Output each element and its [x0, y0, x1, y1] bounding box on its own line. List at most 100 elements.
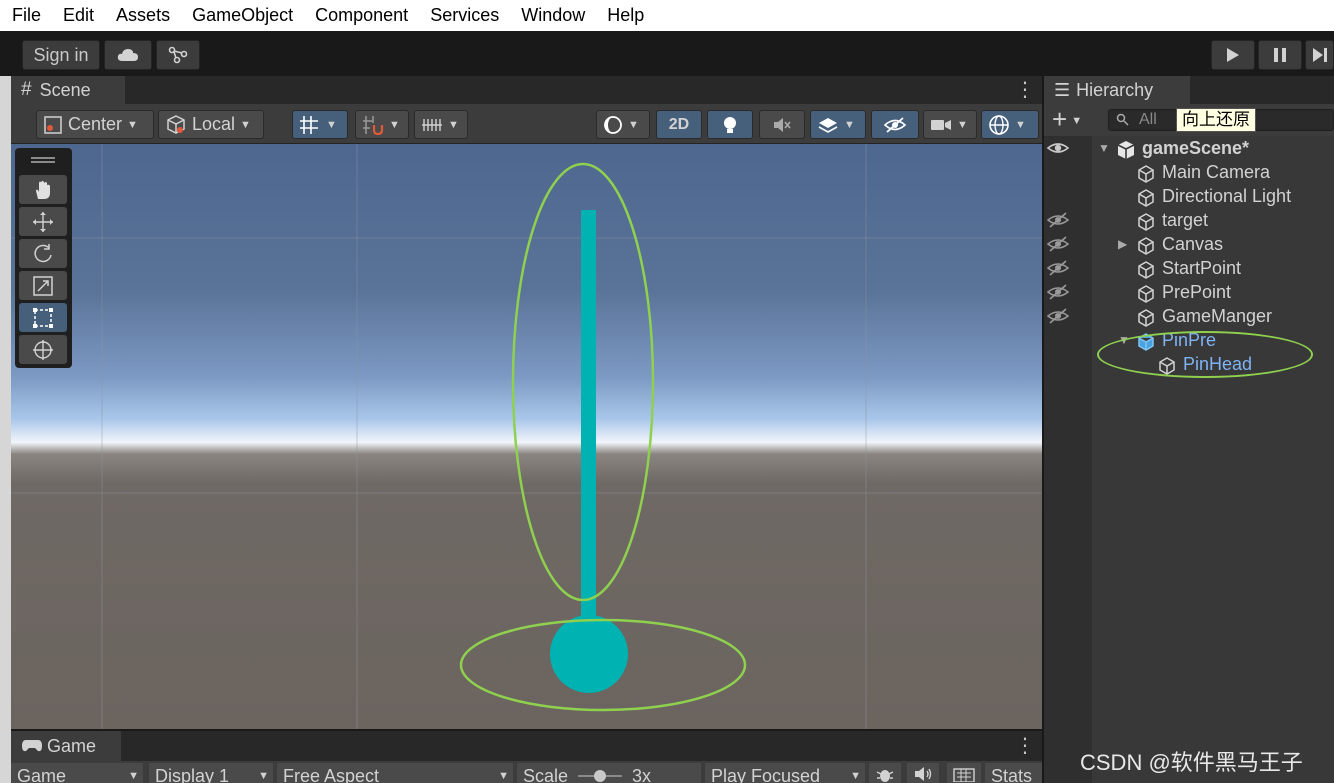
scene-menu-icon[interactable]: ⋮ — [1015, 80, 1035, 100]
shortcuts-button[interactable] — [947, 763, 981, 783]
sign-in-button[interactable]: Sign in — [22, 40, 100, 70]
menu-window[interactable]: Window — [521, 0, 585, 31]
debug-button[interactable] — [869, 763, 901, 783]
pin-body[interactable] — [581, 210, 596, 620]
menu-gameobject[interactable]: GameObject — [192, 0, 293, 31]
play-mode-dropdown[interactable]: Play Focused ▼ — [705, 763, 865, 783]
transform-tool-button[interactable] — [19, 335, 67, 364]
expand-arrow-icon[interactable]: ▼ — [1098, 136, 1110, 160]
hidden-eye-icon[interactable] — [1046, 307, 1070, 330]
grid-visibility-button[interactable]: ▼ — [292, 110, 348, 139]
hierarchy-item-label: PrePoint — [1162, 282, 1232, 302]
hidden-eye-icon[interactable] — [1046, 259, 1070, 282]
pause-button[interactable] — [1258, 40, 1302, 70]
game-tab-label: Game — [47, 735, 97, 756]
display-dropdown[interactable]: Display 1 ▼ — [149, 763, 273, 783]
pivot-mode-dropdown[interactable]: Center ▼ — [36, 110, 154, 139]
rotate-tool-button[interactable] — [19, 239, 67, 268]
ruler-icon — [422, 118, 442, 131]
hierarchy-row[interactable]: Directional Light — [1044, 184, 1334, 208]
tab-game[interactable]: Game — [11, 731, 121, 761]
hidden-eye-icon[interactable] — [1046, 235, 1070, 258]
hierarchy-row[interactable]: GameManger — [1044, 304, 1334, 328]
rect-tool-icon — [33, 307, 53, 328]
chevron-down-icon: ▼ — [258, 770, 269, 782]
collapsed-arrow-icon[interactable]: ▶ — [1118, 232, 1127, 256]
plus-icon: + — [1052, 104, 1068, 134]
pivot-rotation-dropdown[interactable]: Local ▼ — [158, 110, 264, 139]
menu-help[interactable]: Help — [607, 0, 644, 31]
left-window-strip — [0, 76, 11, 783]
scene-tab-label: Scene — [39, 79, 91, 100]
mute-audio-button[interactable] — [907, 763, 939, 783]
snap-settings-button[interactable]: ▼ — [355, 110, 409, 139]
rect-tool-button[interactable] — [19, 303, 67, 332]
hierarchy-row[interactable]: PrePoint — [1044, 280, 1334, 304]
hierarchy-scene-row[interactable]: ▼ gameScene* — [1044, 136, 1334, 160]
mode-2d-button[interactable]: 2D — [656, 110, 702, 139]
hidden-eye-icon[interactable] — [1046, 283, 1070, 306]
menu-assets[interactable]: Assets — [116, 0, 170, 31]
create-button[interactable]: + ▼ — [1052, 106, 1082, 134]
chevron-down-icon: ▼ — [127, 118, 138, 131]
tools-grip-handle[interactable] — [31, 157, 55, 159]
increment-snap-button[interactable]: ▼ — [414, 110, 468, 139]
lighting-toggle-button[interactable] — [707, 110, 753, 139]
aspect-dropdown[interactable]: Free Aspect ▼ — [277, 763, 513, 783]
hierarchy-item-label: target — [1162, 210, 1209, 230]
collab-button[interactable] — [156, 40, 200, 70]
chevron-down-icon: ▼ — [844, 118, 855, 131]
eye-icon[interactable] — [1046, 139, 1070, 157]
hierarchy-row[interactable]: StartPoint — [1044, 256, 1334, 280]
tab-scene[interactable]: # Scene — [11, 76, 125, 104]
gizmos-dropdown[interactable]: ▼ — [981, 110, 1039, 139]
scene-toolbar: Center ▼ Local ▼ ▼ ▼ ▼ ▼ 2D ▼ ▼ ▼ — [11, 104, 1042, 144]
keyboard-icon — [953, 768, 975, 782]
camera-settings-dropdown[interactable]: ▼ — [923, 110, 977, 139]
step-button[interactable] — [1305, 40, 1334, 70]
grid-snap-icon — [300, 115, 318, 134]
play-button[interactable] — [1211, 40, 1255, 70]
game-view-label: Game — [17, 766, 67, 783]
scene-name-label: gameScene* — [1142, 138, 1250, 158]
hierarchy-row[interactable]: ▶ Canvas — [1044, 232, 1334, 256]
hierarchy-tab-bar: ☰ Hierarchy — [1044, 76, 1334, 104]
annotation-ellipse-hierarchy — [1097, 331, 1313, 378]
scale-slider-thumb[interactable] — [594, 770, 607, 782]
transform-tool-icon — [33, 339, 53, 360]
hidden-eye-icon[interactable] — [1046, 211, 1070, 234]
game-toolbar: Game ▼ Display 1 ▼ Free Aspect ▼ Scale 3… — [11, 761, 1042, 783]
chevron-down-icon: ▼ — [957, 118, 968, 131]
mode-2d-label: 2D — [668, 115, 690, 133]
scale-tool-button[interactable] — [19, 271, 67, 300]
scene-tools-overlay — [15, 148, 72, 368]
unity-scene-icon — [1117, 141, 1135, 159]
scale-tool-icon — [33, 275, 53, 296]
menu-component[interactable]: Component — [315, 0, 408, 31]
scale-slider-group: Scale 3x — [517, 763, 701, 783]
effects-dropdown[interactable]: ▼ — [810, 110, 866, 139]
scene-visibility-button[interactable] — [871, 110, 919, 139]
stats-button[interactable]: Stats — [985, 763, 1042, 783]
scene-render — [11, 144, 1042, 729]
menu-edit[interactable]: Edit — [63, 0, 94, 31]
game-view-dropdown[interactable]: Game ▼ — [11, 763, 143, 783]
list-icon: ☰ — [1054, 79, 1071, 100]
audio-toggle-button[interactable] — [759, 110, 805, 139]
menu-file[interactable]: File — [12, 0, 41, 31]
scale-label: Scale — [523, 766, 569, 783]
cloud-icon — [117, 49, 138, 61]
scene-viewport[interactable] — [11, 144, 1042, 729]
hierarchy-row[interactable]: Main Camera — [1044, 160, 1334, 184]
game-menu-icon[interactable]: ⋮ — [1015, 736, 1035, 756]
hierarchy-row[interactable]: target — [1044, 208, 1334, 232]
draw-mode-dropdown[interactable]: ▼ — [596, 110, 650, 139]
move-tool-button[interactable] — [19, 207, 67, 236]
menu-services[interactable]: Services — [430, 0, 499, 31]
chevron-down-icon: ▼ — [240, 118, 251, 131]
pin-head[interactable] — [550, 615, 628, 693]
tab-hierarchy[interactable]: ☰ Hierarchy — [1044, 76, 1190, 104]
scale-slider[interactable] — [578, 766, 623, 783]
hand-tool-button[interactable] — [19, 175, 67, 204]
cloud-button[interactable] — [104, 40, 152, 70]
